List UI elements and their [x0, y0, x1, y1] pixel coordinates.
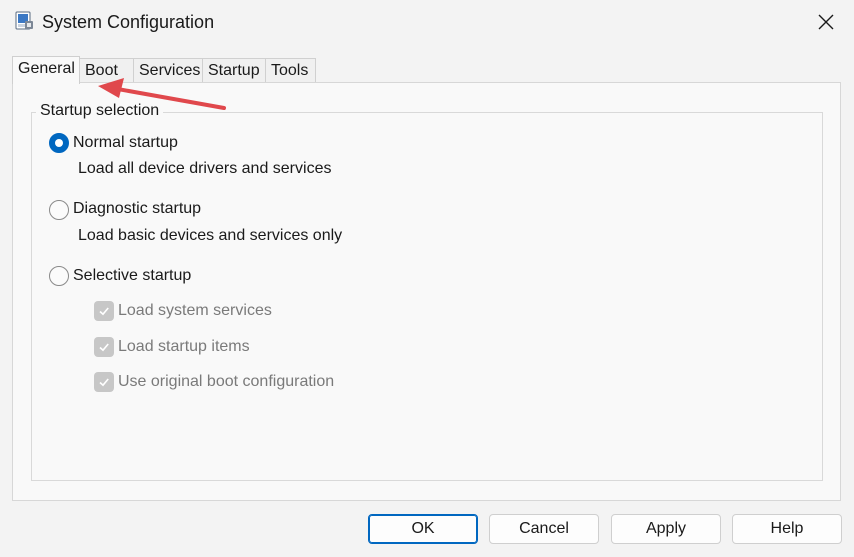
apply-button[interactable]: Apply [611, 514, 721, 544]
load-system-services-checkbox[interactable] [94, 301, 114, 321]
selective-startup-radio[interactable] [49, 266, 69, 286]
msconfig-icon [15, 11, 33, 30]
ok-button[interactable]: OK [368, 514, 478, 544]
tab-general[interactable]: General [12, 56, 80, 84]
checkmark-icon [99, 343, 109, 352]
help-button[interactable]: Help [732, 514, 842, 544]
window-title: System Configuration [42, 12, 215, 32]
close-icon [818, 14, 834, 30]
diagnostic-startup-description: Load basic devices and services only [78, 227, 343, 244]
checkmark-icon [99, 307, 109, 316]
use-original-boot-config-checkbox[interactable] [94, 372, 114, 392]
use-original-boot-config-label: Use original boot configuration [118, 373, 335, 390]
diagnostic-startup-label[interactable]: Diagnostic startup [73, 200, 201, 218]
tab-startup[interactable]: Startup [202, 58, 266, 82]
tab-boot[interactable]: Boot [79, 58, 134, 82]
load-startup-items-checkbox[interactable] [94, 337, 114, 357]
diagnostic-startup-radio[interactable] [49, 200, 69, 220]
tab-tools[interactable]: Tools [265, 58, 316, 82]
cancel-button[interactable]: Cancel [489, 514, 599, 544]
normal-startup-radio[interactable] [49, 133, 69, 153]
title-bar: System Configuration [0, 0, 854, 44]
normal-startup-description: Load all device drivers and services [78, 160, 332, 177]
load-startup-items-label: Load startup items [118, 338, 250, 355]
normal-startup-label[interactable]: Normal startup [73, 134, 178, 152]
checkmark-icon [99, 378, 109, 387]
load-system-services-label: Load system services [118, 302, 272, 319]
selective-startup-label[interactable]: Selective startup [73, 267, 191, 285]
group-label: Startup selection [36, 102, 164, 120]
close-button[interactable] [798, 0, 854, 44]
tab-services[interactable]: Services [133, 58, 203, 82]
